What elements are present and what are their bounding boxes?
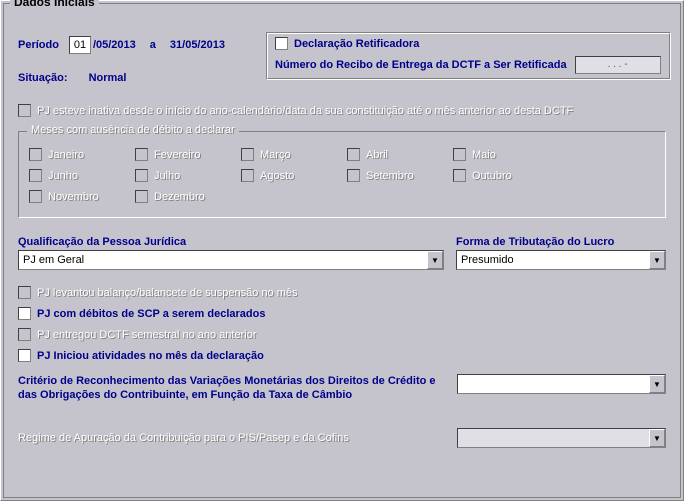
semestral-checkbox — [18, 328, 31, 341]
month-janeiro-checkbox — [29, 148, 42, 161]
period-a: a — [150, 39, 156, 51]
tributacao-dropdown[interactable]: Presumido ▼ — [456, 250, 666, 270]
declaracao-retificadora-label: Declaração Retificadora — [294, 38, 419, 50]
declaracao-group: Declaração Retificadora Número do Recibo… — [266, 32, 671, 80]
period-day-input[interactable] — [69, 36, 91, 54]
month-label: Outubro — [472, 170, 512, 182]
month-abril-checkbox — [347, 148, 360, 161]
scp-checkbox[interactable] — [18, 307, 31, 320]
month-label: Abril — [366, 149, 388, 161]
month-label: Março — [260, 149, 291, 161]
month-label: Novembro — [48, 191, 99, 203]
tributacao-value: Presumido — [461, 254, 514, 266]
criterio-dropdown[interactable]: ▼ — [457, 374, 666, 394]
months-fieldset: Meses com ausência de débito a declarar … — [18, 131, 666, 218]
iniciou-checkbox[interactable] — [18, 349, 31, 362]
month-marco-checkbox — [241, 148, 254, 161]
month-label: Dezembro — [154, 191, 205, 203]
pj-inativa-checkbox — [18, 104, 31, 117]
chevron-down-icon: ▼ — [427, 251, 443, 269]
month-maio-checkbox — [453, 148, 466, 161]
qualificacao-value: PJ em Geral — [23, 254, 84, 266]
month-novembro-checkbox — [29, 190, 42, 203]
month-label: Agosto — [260, 170, 294, 182]
month-junho-checkbox — [29, 169, 42, 182]
month-label: Setembro — [366, 170, 414, 182]
month-julho-checkbox — [135, 169, 148, 182]
month-label: Junho — [48, 170, 78, 182]
recibo-label: Número do Recibo de Entrega da DCTF a Se… — [275, 59, 567, 71]
declaracao-retificadora-checkbox[interactable] — [275, 37, 288, 50]
situacao-label: Situação: — [18, 72, 68, 84]
situacao-value: Normal — [89, 72, 127, 84]
month-dezembro-checkbox — [135, 190, 148, 203]
month-label: Janeiro — [48, 149, 84, 161]
tributacao-label: Forma de Tributação do Lucro — [456, 236, 666, 248]
semestral-label: PJ entregou DCTF semestral no ano anteri… — [37, 329, 257, 341]
month-setembro-checkbox — [347, 169, 360, 182]
qualificacao-label: Qualificação da Pessoa Jurídica — [18, 236, 444, 248]
chevron-down-icon: ▼ — [649, 251, 665, 269]
month-outubro-checkbox — [453, 169, 466, 182]
month-fevereiro-checkbox — [135, 148, 148, 161]
balanco-label: PJ levantou balanço/balancete de suspens… — [37, 287, 298, 299]
month-label: Fevereiro — [154, 149, 200, 161]
iniciou-label: PJ Iniciou atividades no mês da declaraç… — [37, 350, 264, 362]
balanco-checkbox — [18, 286, 31, 299]
qualificacao-dropdown[interactable]: PJ em Geral ▼ — [18, 250, 444, 270]
panel-title: Dados Iniciais — [10, 0, 99, 9]
criterio-label: Critério de Reconhecimento das Variações… — [18, 374, 457, 402]
chevron-down-icon: ▼ — [649, 429, 665, 447]
regime-dropdown: ▼ — [457, 428, 666, 448]
pj-inativa-label: PJ esteve inativa desde o início do ano-… — [37, 105, 573, 117]
chevron-down-icon: ▼ — [649, 375, 665, 393]
scp-label: PJ com débitos de SCP a serem declarados — [37, 308, 265, 320]
regime-label: Regime de Apuração da Contribuição para … — [18, 432, 457, 444]
period-rest1: /05/2013 — [93, 39, 136, 51]
month-label: Maio — [472, 149, 496, 161]
period-label: Período — [18, 39, 59, 51]
recibo-input[interactable]: . . . - — [575, 56, 661, 74]
months-legend: Meses com ausência de débito a declarar — [27, 124, 239, 136]
month-agosto-checkbox — [241, 169, 254, 182]
month-label: Julho — [154, 170, 180, 182]
period-end: 31/05/2013 — [170, 39, 225, 51]
